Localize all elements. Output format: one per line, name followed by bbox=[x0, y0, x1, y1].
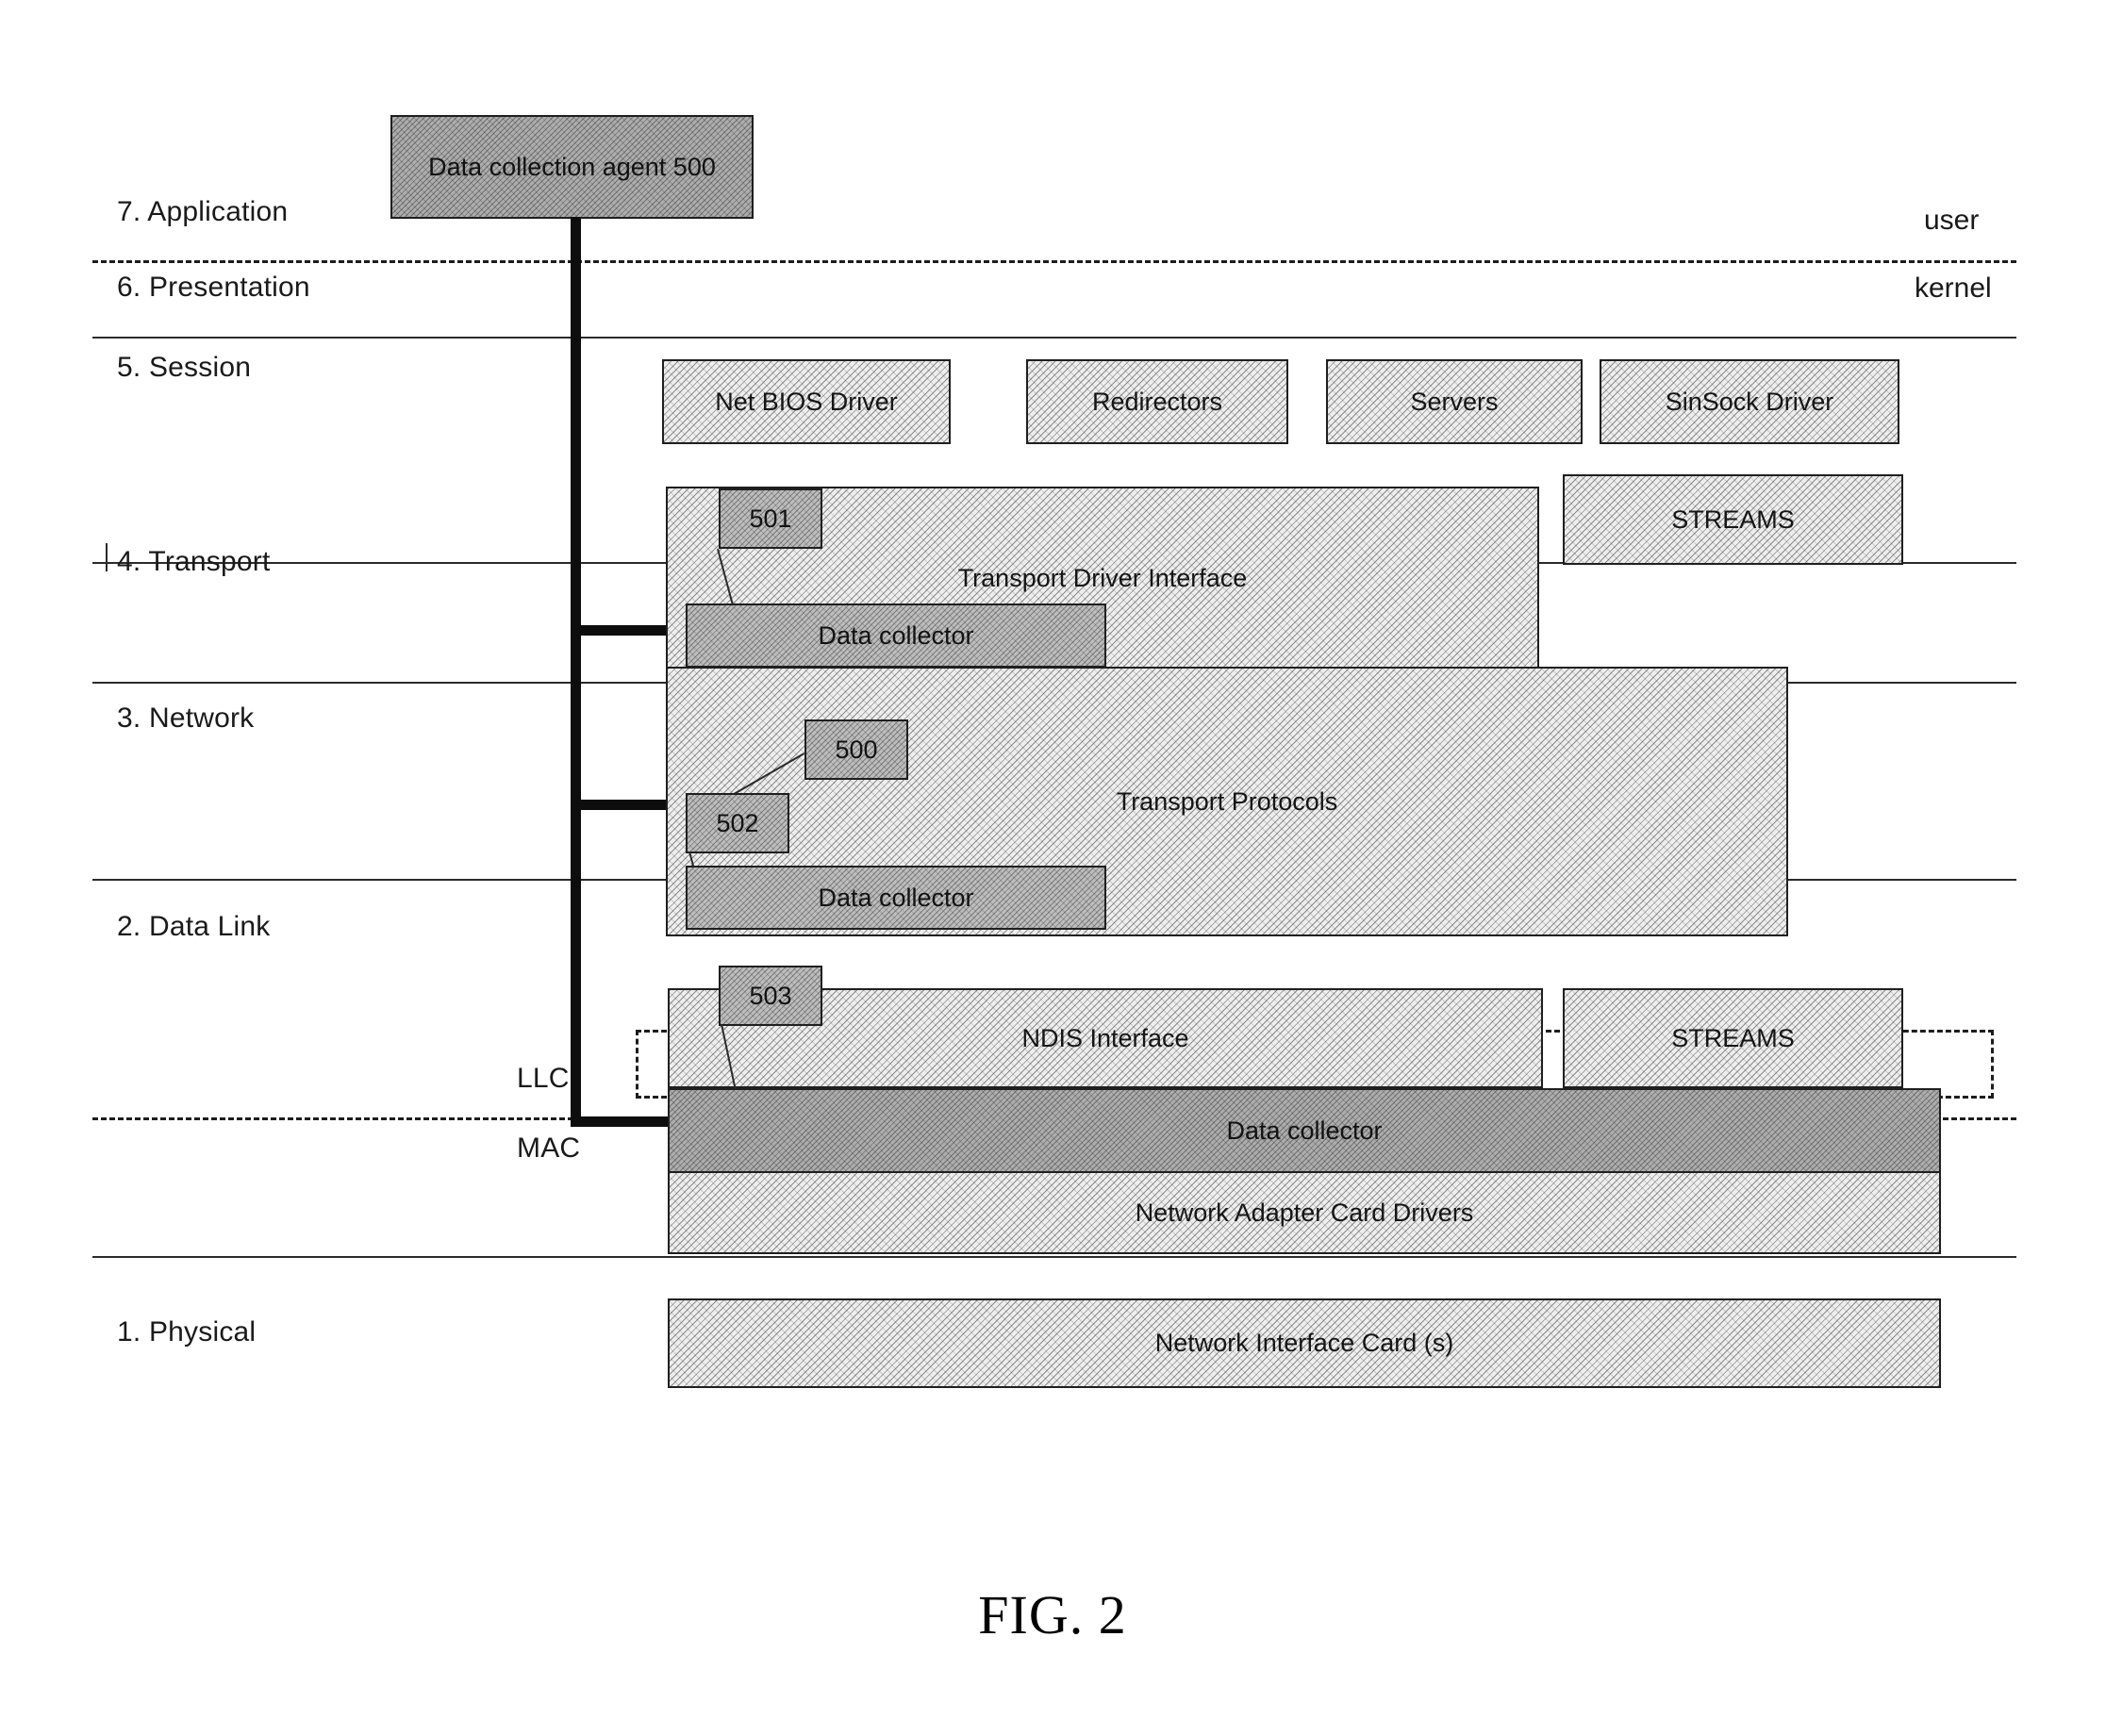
network-interface-card-label: Network Interface Card (s) bbox=[1154, 1329, 1454, 1357]
layer-label-application: 7. Application bbox=[117, 196, 289, 227]
transport-protocols-label: Transport Protocols bbox=[1116, 786, 1338, 816]
ndis-interface-label: NDIS Interface bbox=[1021, 1023, 1189, 1052]
user-kernel-boundary-line bbox=[92, 260, 2016, 263]
transport-layer-bracket bbox=[106, 543, 108, 571]
presentation-session-separator bbox=[92, 337, 2016, 339]
ref-tag-501: 501 bbox=[719, 488, 822, 549]
ref-tag-503-label: 503 bbox=[749, 981, 792, 1010]
network-data-collector-label: Data collector bbox=[818, 883, 974, 912]
session-block-label: Servers bbox=[1410, 387, 1499, 416]
transport-data-collector-label: Data collector bbox=[818, 620, 974, 650]
session-block-netbios-driver[interactable]: Net BIOS Driver bbox=[662, 359, 951, 444]
layer-label-session: 5. Session bbox=[117, 352, 252, 383]
network-interface-card-block[interactable]: Network Interface Card (s) bbox=[668, 1298, 1941, 1388]
kernel-space-label: kernel bbox=[1915, 273, 1992, 304]
datalink-data-collector-label: Data collector bbox=[1226, 1116, 1383, 1145]
agent-bus-vertical bbox=[571, 217, 581, 1127]
ref-tag-503: 503 bbox=[719, 966, 822, 1026]
network-data-collector-block[interactable]: Data collector bbox=[686, 866, 1106, 930]
ref-tag-500: 500 bbox=[804, 719, 908, 780]
layer-label-datalink: 2. Data Link bbox=[117, 911, 271, 942]
datalink-streams-label: STREAMS bbox=[1671, 1023, 1795, 1052]
transport-data-collector-block[interactable]: Data collector bbox=[686, 603, 1106, 668]
layer-label-physical: 1. Physical bbox=[117, 1316, 257, 1347]
data-collection-agent-label: Data collection agent 500 bbox=[428, 152, 716, 181]
data-collection-agent-block[interactable]: Data collection agent 500 bbox=[390, 115, 754, 219]
ref-tag-502-label: 502 bbox=[716, 808, 759, 837]
session-block-redirectors[interactable]: Redirectors bbox=[1026, 359, 1288, 444]
layer-label-presentation: 6. Presentation bbox=[117, 272, 310, 303]
datalink-physical-separator bbox=[92, 1256, 2016, 1258]
ref-tag-501-label: 501 bbox=[749, 504, 792, 533]
session-block-label: Redirectors bbox=[1091, 387, 1223, 416]
figure-canvas: 7. Application 6. Presentation 5. Sessio… bbox=[0, 0, 2106, 1736]
session-block-servers[interactable]: Servers bbox=[1326, 359, 1583, 444]
transport-driver-interface-label: Transport Driver Interface bbox=[957, 563, 1248, 592]
sublayer-label-llc: LLC bbox=[517, 1063, 570, 1094]
session-block-sinsock-driver[interactable]: SinSock Driver bbox=[1600, 359, 1899, 444]
transport-streams-block[interactable]: STREAMS bbox=[1563, 474, 1903, 565]
layer-label-network: 3. Network bbox=[117, 703, 255, 734]
ref-tag-500-label: 500 bbox=[835, 735, 878, 764]
network-adapter-card-drivers-block[interactable]: Network Adapter Card Drivers bbox=[668, 1171, 1941, 1254]
datalink-data-collector-block[interactable]: Data collector bbox=[668, 1088, 1941, 1173]
sublayer-label-mac: MAC bbox=[517, 1133, 581, 1164]
datalink-streams-block[interactable]: STREAMS bbox=[1563, 988, 1903, 1088]
figure-caption: FIG. 2 bbox=[978, 1583, 1127, 1645]
session-block-label: Net BIOS Driver bbox=[715, 387, 898, 416]
user-space-label: user bbox=[1924, 205, 1980, 236]
network-adapter-card-drivers-label: Network Adapter Card Drivers bbox=[1135, 1198, 1474, 1227]
transport-streams-label: STREAMS bbox=[1671, 504, 1795, 534]
session-block-label: SinSock Driver bbox=[1665, 387, 1834, 416]
layer-label-transport: 4. Transport bbox=[117, 546, 271, 577]
ref-tag-502: 502 bbox=[686, 793, 789, 853]
